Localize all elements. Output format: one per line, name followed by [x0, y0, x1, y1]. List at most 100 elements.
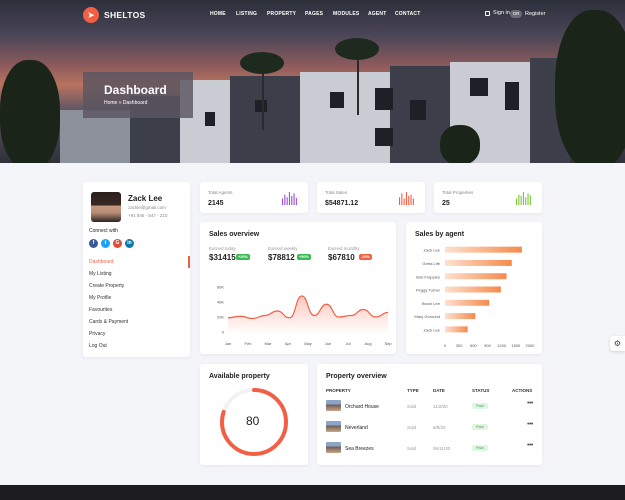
spark-bar	[412, 198, 414, 205]
agent-label: Mary Goround	[414, 314, 440, 319]
card-title: Sales overview	[209, 231, 260, 238]
profile-name: Zack Lee	[128, 194, 163, 203]
earned-today-value: $31415	[209, 253, 236, 262]
spark-bar	[282, 198, 284, 205]
agent-bar	[445, 259, 512, 266]
more-actions-icon[interactable]: •••	[527, 442, 533, 449]
sign-in-link[interactable]: Sign in	[493, 10, 510, 16]
google-icon[interactable]: G	[113, 239, 122, 248]
more-actions-icon[interactable]: •••	[527, 400, 533, 407]
nav-listing[interactable]: LISTING	[236, 11, 257, 17]
status-badge: Paid	[472, 445, 488, 451]
agent-label: Zack Lee	[424, 248, 441, 253]
more-actions-icon[interactable]: •••	[527, 421, 533, 428]
spark-bar	[399, 197, 401, 205]
nav-agent[interactable]: AGENT	[368, 11, 387, 17]
logo-text[interactable]: SHELTOS	[104, 10, 145, 20]
stat-sparkline	[282, 192, 297, 205]
or-badge: OR	[510, 10, 522, 18]
spark-bar	[403, 198, 405, 205]
column-header: DATE	[433, 388, 445, 393]
card-title: Available property	[209, 373, 270, 380]
register-link[interactable]: Register	[525, 11, 545, 17]
settings-gear-icon[interactable]: ⚙	[610, 336, 625, 351]
x-tick-label: Mar	[265, 341, 273, 346]
spark-bar	[527, 193, 529, 205]
nav-contact[interactable]: CONTACT	[395, 11, 420, 17]
stat-value: 2145	[208, 200, 224, 207]
breadcrumb[interactable]: Home » Dashboard	[104, 100, 147, 106]
spark-bar	[529, 195, 531, 205]
x-tick-label: Apr	[285, 341, 292, 346]
stat-card-properties: Total Properties 25	[434, 182, 542, 213]
page-title-card: Dashboard Home » Dashboard	[83, 72, 193, 118]
spark-bar	[516, 198, 518, 205]
agent-label: Bob Frapples	[416, 274, 440, 279]
earned-monthly-value: $67810	[328, 253, 355, 262]
spark-bar	[288, 192, 290, 205]
x-tick-label: May	[304, 341, 312, 346]
property-date: 8/9/20	[433, 425, 446, 430]
column-header: TYPE	[407, 388, 419, 393]
x-tick-label: Aug	[364, 341, 371, 346]
spark-bar	[284, 194, 286, 205]
property-type: Sold	[407, 446, 417, 451]
active-indicator	[188, 256, 190, 268]
menu-log-out[interactable]: Log Out	[89, 343, 107, 349]
donut-value: 80	[246, 414, 260, 428]
spark-bar	[520, 195, 522, 205]
menu-my-listing[interactable]: My Listing	[89, 271, 112, 277]
nav-property[interactable]: PROPERTY	[267, 11, 296, 17]
menu-privacy[interactable]: Privacy	[89, 331, 105, 337]
sales-by-agent-chart: Zack Lee Greta Life Bob Frapples Peggy Turn…	[414, 246, 536, 348]
agent-bar	[445, 299, 490, 306]
stat-sparkline	[516, 192, 531, 205]
property-name[interactable]: Sea Breezes	[345, 446, 374, 452]
twitter-icon[interactable]: t	[101, 239, 110, 248]
property-thumbnail	[326, 421, 341, 432]
agent-bar	[445, 313, 476, 320]
x-tick-label: Jan	[225, 341, 231, 346]
footer	[0, 485, 625, 500]
y-tick-label: 60K	[217, 285, 224, 290]
stat-card-agents: Total Agents 2145	[200, 182, 308, 213]
property-name[interactable]: Orchard House	[345, 404, 379, 410]
property-name[interactable]: Neverland	[345, 425, 368, 431]
spark-bar	[522, 192, 524, 205]
card-title: Property overview	[326, 373, 387, 380]
spark-bar	[293, 193, 295, 205]
x-tick-label: Feb	[245, 341, 253, 346]
profile-card: Zack Lee zackle@gmail.com +91 846 - 547 …	[83, 182, 190, 357]
earned-monthly-label: Earned monthly	[328, 246, 360, 251]
spark-bar	[525, 197, 527, 205]
property-overview-card: Property overview PROPERTY TYPE DATE STA…	[317, 364, 542, 465]
agent-label: Brock Lee	[422, 301, 441, 306]
menu-create-property[interactable]: Create Property	[89, 283, 124, 289]
menu-cards-payment[interactable]: Cards & Payment	[89, 319, 128, 325]
menu-dashboard[interactable]: Dashboard	[89, 259, 113, 265]
menu-my-profile[interactable]: My Profile	[89, 295, 111, 301]
x-tick-label: Jul	[345, 341, 350, 346]
nav-pages[interactable]: PAGES	[305, 11, 323, 17]
change-badge: +50%	[297, 254, 311, 260]
x-tick-label: 2000	[526, 343, 536, 348]
x-tick-label: 600	[470, 343, 477, 348]
x-tick-label: 1200	[497, 343, 507, 348]
sales-overview-card: Sales overview Earned today $31415 +20% …	[200, 222, 396, 354]
logo-icon[interactable]: ➤	[83, 7, 99, 23]
menu-favourites[interactable]: Favourites	[89, 307, 112, 313]
status-badge: Paid	[472, 403, 488, 409]
linkedin-icon[interactable]: in	[125, 239, 134, 248]
change-badge: -20%	[359, 254, 372, 260]
nav-home[interactable]: HOME	[210, 11, 226, 17]
spark-bar	[291, 195, 293, 205]
x-tick-label: 900	[484, 343, 491, 348]
y-tick-label: 0	[222, 330, 225, 335]
facebook-icon[interactable]: f	[89, 239, 98, 248]
spark-bar	[405, 192, 407, 205]
sales-area-chart: 0 20K 40K 60K Jan Feb Mar Apr May Jun Jul Aug Sep	[217, 285, 392, 347]
nav-modules[interactable]: MODULES	[333, 11, 359, 17]
column-header: PROPERTY	[326, 388, 351, 393]
user-icon	[485, 11, 490, 16]
earned-weekly-value: $78812	[268, 253, 295, 262]
